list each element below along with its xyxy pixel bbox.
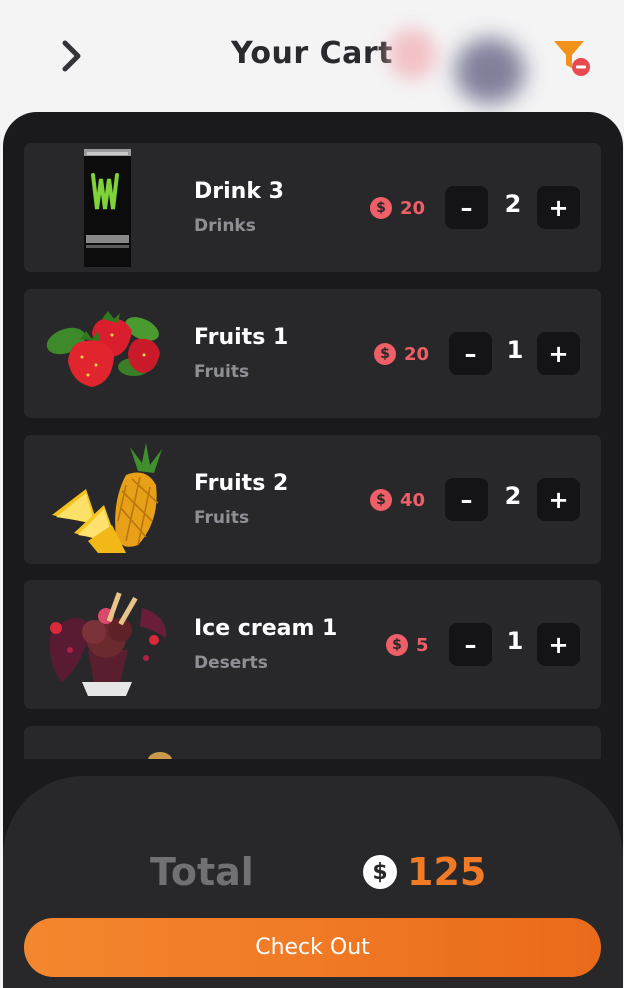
- clear-filter-button[interactable]: [552, 38, 594, 80]
- quantity-value: 2: [504, 190, 522, 218]
- blurred-decoration: [455, 38, 525, 104]
- price-value: 20: [400, 197, 426, 219]
- blurred-decoration: [388, 28, 436, 80]
- cart-item: Fruits 2 Fruits $ 40 – 2 +: [24, 435, 601, 564]
- cart-item: Fruits 1 Fruits $ 20 – 1 +: [24, 289, 601, 418]
- increase-quantity-button[interactable]: +: [537, 623, 580, 666]
- decrease-quantity-button[interactable]: –: [445, 186, 488, 229]
- cart-item: Ice cream 1 Deserts $ 5 – 1 +: [24, 580, 601, 709]
- dollar-coin-icon: $: [374, 343, 396, 365]
- ice-cream-image: [42, 586, 174, 704]
- decrease-quantity-button[interactable]: –: [445, 478, 488, 521]
- increase-quantity-button[interactable]: +: [537, 186, 580, 229]
- energy-drink-image: [42, 149, 174, 277]
- dollar-coin-icon: $: [386, 634, 408, 656]
- item-price: $ 20: [370, 196, 425, 220]
- quantity-value: 1: [506, 336, 524, 364]
- checkout-button[interactable]: Check Out: [24, 918, 601, 977]
- item-name: Fruits 2: [194, 471, 289, 496]
- item-price: $ 40: [370, 488, 425, 512]
- item-price: $ 5: [386, 633, 429, 657]
- item-price: $ 20: [374, 342, 429, 366]
- dollar-coin-icon: $: [370, 197, 392, 219]
- item-category: Fruits: [194, 508, 250, 528]
- item-name: Ice cream 1: [194, 616, 338, 641]
- price-value: 20: [404, 343, 430, 365]
- item-name: Drink 3: [194, 179, 284, 204]
- strawberries-image: [42, 295, 174, 413]
- increase-quantity-button[interactable]: +: [537, 478, 580, 521]
- cart-summary: Total $ 125 Check Out: [3, 776, 623, 988]
- filter-remove-icon: [554, 41, 590, 76]
- dollar-coin-icon: $: [370, 489, 392, 511]
- item-category: Fruits: [194, 362, 250, 382]
- total-label: Total: [150, 850, 254, 894]
- cart-list[interactable]: Drink 3 Drinks $ 20 – 2 + Fruits 1 Fruit…: [24, 143, 601, 759]
- decrease-quantity-button[interactable]: –: [449, 623, 492, 666]
- price-value: 40: [400, 489, 426, 511]
- app-header: Your Cart: [0, 0, 624, 112]
- pineapple-image: [42, 441, 174, 559]
- page-title: Your Cart: [230, 36, 394, 71]
- dollar-coin-icon: $: [363, 855, 397, 889]
- quantity-value: 1: [506, 627, 524, 655]
- price-value: 5: [416, 634, 429, 656]
- increase-quantity-button[interactable]: +: [537, 332, 580, 375]
- quantity-value: 2: [504, 482, 522, 510]
- item-category: Drinks: [194, 216, 256, 236]
- cart-item: Drink 3 Drinks $ 20 – 2 +: [24, 143, 601, 277]
- cart-item: [24, 726, 601, 759]
- decrease-quantity-button[interactable]: –: [449, 332, 492, 375]
- item-name: Fruits 1: [194, 325, 289, 350]
- item-category: Deserts: [194, 653, 268, 673]
- food-image: [42, 732, 174, 759]
- total-value: 125: [407, 850, 487, 894]
